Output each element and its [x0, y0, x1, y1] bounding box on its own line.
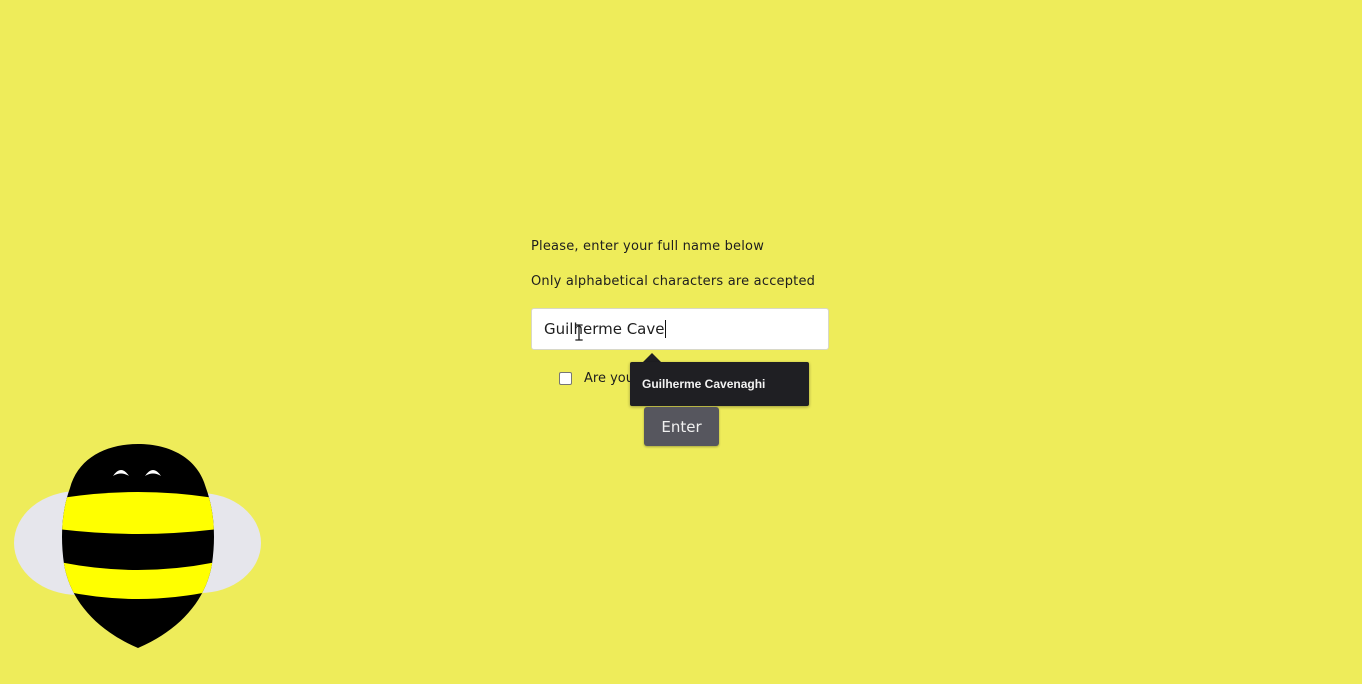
enter-button[interactable]: Enter — [644, 407, 719, 446]
bee-icon — [14, 444, 261, 648]
autocomplete-suggestion-label: Guilherme Cavenaghi — [642, 377, 766, 391]
autocomplete-suggestion[interactable]: Guilherme Cavenaghi — [630, 362, 809, 406]
full-name-input-value: Guilherme Cave — [544, 320, 665, 338]
enter-button-label: Enter — [661, 417, 702, 436]
ibeam-cursor-icon — [575, 324, 583, 341]
text-caret — [665, 320, 667, 338]
instruction-text: Please, enter your full name below — [531, 239, 765, 254]
confirm-checkbox[interactable] — [559, 372, 572, 385]
validation-hint: Only alphabetical characters are accepte… — [531, 274, 816, 289]
confirm-checkbox-label[interactable]: Are you — [584, 371, 630, 386]
suggestion-pointer — [643, 353, 661, 362]
